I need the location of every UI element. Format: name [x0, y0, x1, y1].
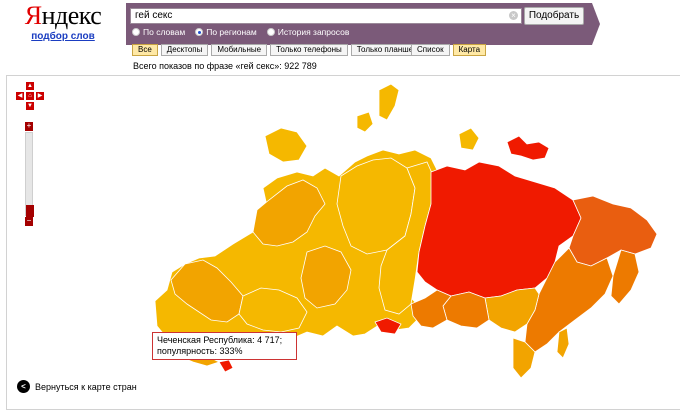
radio-icon[interactable]: [132, 28, 140, 36]
pan-left-icon[interactable]: ◀: [16, 92, 24, 100]
tooltip-region-stats: Чеченская Республика: 4 717;: [157, 335, 283, 345]
total-impressions: Всего показов по фразе «гей секс»: 922 7…: [133, 61, 317, 71]
clear-icon[interactable]: ×: [509, 11, 518, 20]
russia-regions-map[interactable]: [7, 76, 680, 410]
search-panel: гей секс × Подобрать По словам По регион…: [126, 3, 600, 45]
pan-right-icon[interactable]: ▶: [36, 92, 44, 100]
radio-icon[interactable]: [266, 28, 275, 36]
zoom-in-button[interactable]: +: [25, 122, 33, 131]
zoom-control: + −: [25, 122, 34, 226]
map-panel[interactable]: ▲ ◀ ⌂ ▶ ▼ + − Чеченская Республика: 4 71…: [6, 75, 680, 410]
map-region-chukotka[interactable]: [506, 135, 550, 161]
pan-control: ▲ ◀ ⌂ ▶ ▼: [16, 82, 44, 110]
home-icon[interactable]: ⌂: [26, 92, 34, 100]
map-region-island[interactable]: [356, 111, 374, 133]
zoom-out-button[interactable]: −: [25, 217, 33, 226]
filter-phones[interactable]: Только телефоны: [270, 44, 348, 56]
filter-all[interactable]: Все: [132, 44, 158, 56]
yandex-logo[interactable]: Яндекс подбор слов: [18, 2, 108, 43]
submit-button[interactable]: Подобрать: [524, 7, 584, 25]
map-region-magadan[interactable]: [568, 195, 658, 267]
mode-history[interactable]: История запросов: [266, 27, 349, 37]
view-toggle: Список Карта: [411, 44, 489, 56]
map-region-kamchatka[interactable]: [610, 249, 640, 305]
map-region-kola[interactable]: [264, 127, 308, 163]
pan-up-icon[interactable]: ▲: [26, 82, 34, 90]
filter-desktop[interactable]: Десктопы: [160, 44, 209, 56]
pan-down-icon[interactable]: ▼: [26, 102, 34, 110]
search-query-text: гей секс: [135, 10, 173, 21]
mode-by-regions[interactable]: По регионам: [195, 27, 257, 37]
device-filters: Все Десктопы Мобильные Только телефоны Т…: [132, 44, 431, 56]
view-map[interactable]: Карта: [452, 44, 487, 56]
wordstat-link[interactable]: подбор слов: [18, 31, 108, 42]
back-arrow-icon[interactable]: <: [17, 380, 30, 393]
filter-mobile[interactable]: Мобильные: [211, 44, 268, 56]
search-input[interactable]: гей секс ×: [130, 8, 522, 24]
zoom-slider[interactable]: [25, 132, 34, 217]
logo-wordmark[interactable]: Яндекс: [18, 2, 108, 30]
map-region-chechnya[interactable]: [218, 359, 234, 373]
map-region-sakhalin[interactable]: [556, 327, 570, 359]
back-to-countries[interactable]: < Вернуться к карте стран: [17, 380, 137, 393]
region-tooltip: Чеченская Республика: 4 717; популярност…: [152, 332, 297, 360]
radio-selected-icon[interactable]: [195, 28, 204, 36]
tooltip-popularity: популярность: 333%: [157, 346, 243, 356]
view-list[interactable]: Список: [411, 44, 450, 56]
search-mode-group: По словам По регионам История запросов: [132, 27, 349, 37]
map-region-novaya-zemlya[interactable]: [378, 83, 400, 121]
mode-by-words[interactable]: По словам: [132, 27, 185, 37]
map-region-taimyr-island[interactable]: [458, 127, 480, 151]
back-link-label[interactable]: Вернуться к карте стран: [35, 382, 137, 392]
